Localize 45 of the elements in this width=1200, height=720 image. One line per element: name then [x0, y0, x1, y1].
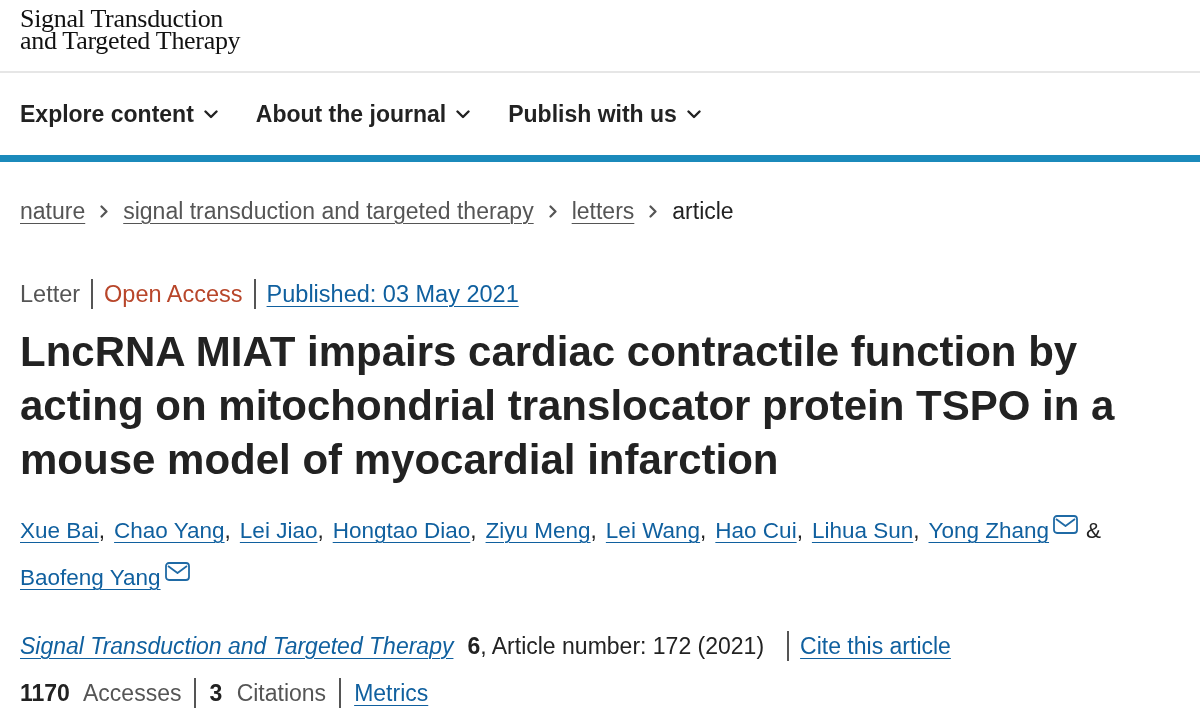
chevron-right-icon	[649, 204, 658, 218]
breadcrumb-link[interactable]: signal transduction and targeted therapy	[123, 197, 534, 225]
cite-article-link[interactable]: Cite this article	[800, 632, 951, 660]
chevron-right-icon	[100, 204, 109, 218]
author-separator: ,	[913, 517, 920, 545]
metrics-link[interactable]: Metrics	[354, 679, 429, 707]
author-separator: ,	[700, 517, 707, 545]
chevron-down-icon	[203, 109, 218, 119]
journal-logo[interactable]: Signal Transduction and Targeted Therapy	[20, 8, 241, 52]
article-title: LncRNA MIAT impairs cardiac contractile function by acting on mitochondrial translocator protein TSPO in a mouse model of myocardial infarction	[20, 327, 1116, 485]
chevron-down-icon	[686, 109, 701, 119]
author-separator: ,	[796, 517, 803, 545]
author-separator: ,	[98, 517, 106, 545]
open-access-label: Open Access	[104, 280, 243, 308]
author-link[interactable]: Lei Jiao	[239, 507, 318, 554]
chevron-down-icon	[456, 109, 471, 119]
author-link[interactable]: Lei Wang	[605, 507, 701, 554]
author-link[interactable]: Xue Bai	[20, 507, 99, 554]
journal-link[interactable]: Signal Transduction and Targeted Therapy	[20, 632, 454, 660]
nav-menu-button[interactable]: Explore content	[20, 100, 218, 128]
article-type: Letter	[20, 280, 81, 308]
breadcrumb-current: article	[672, 197, 734, 225]
author-link[interactable]: Ziyu Meng	[485, 507, 591, 554]
author-link[interactable]: Chao Yang	[114, 507, 225, 554]
author-link[interactable]: Hao Cui	[715, 507, 797, 554]
author-link[interactable]: Yong Zhang	[928, 507, 1050, 554]
nav-menu-button[interactable]: About the journal	[255, 100, 471, 128]
breadcrumb-link[interactable]: letters	[571, 197, 635, 225]
metric-stat: 3 Citations	[209, 679, 327, 707]
author-separator: ,	[317, 517, 324, 545]
author-separator: &	[1086, 517, 1102, 545]
breadcrumb-link[interactable]: nature	[20, 197, 86, 225]
author-link[interactable]: Lihua Sun	[811, 507, 914, 554]
author-link[interactable]: Baofeng Yang	[20, 554, 161, 601]
article-number: 6, Article number: 172 (2021)	[467, 632, 765, 660]
author-link[interactable]: Hongtao Diao	[332, 507, 471, 554]
chevron-right-icon	[548, 204, 557, 218]
published-date-link[interactable]: Published: 03 May 2021	[266, 280, 519, 308]
mail-icon[interactable]	[164, 562, 190, 581]
nav-menu-button[interactable]: Publish with us	[508, 100, 701, 128]
metric-stat: 1170 Accesses	[20, 679, 182, 707]
author-separator: ,	[224, 517, 231, 545]
mail-icon[interactable]	[1053, 515, 1079, 534]
author-separator: ,	[590, 517, 597, 545]
author-separator: ,	[470, 517, 477, 545]
